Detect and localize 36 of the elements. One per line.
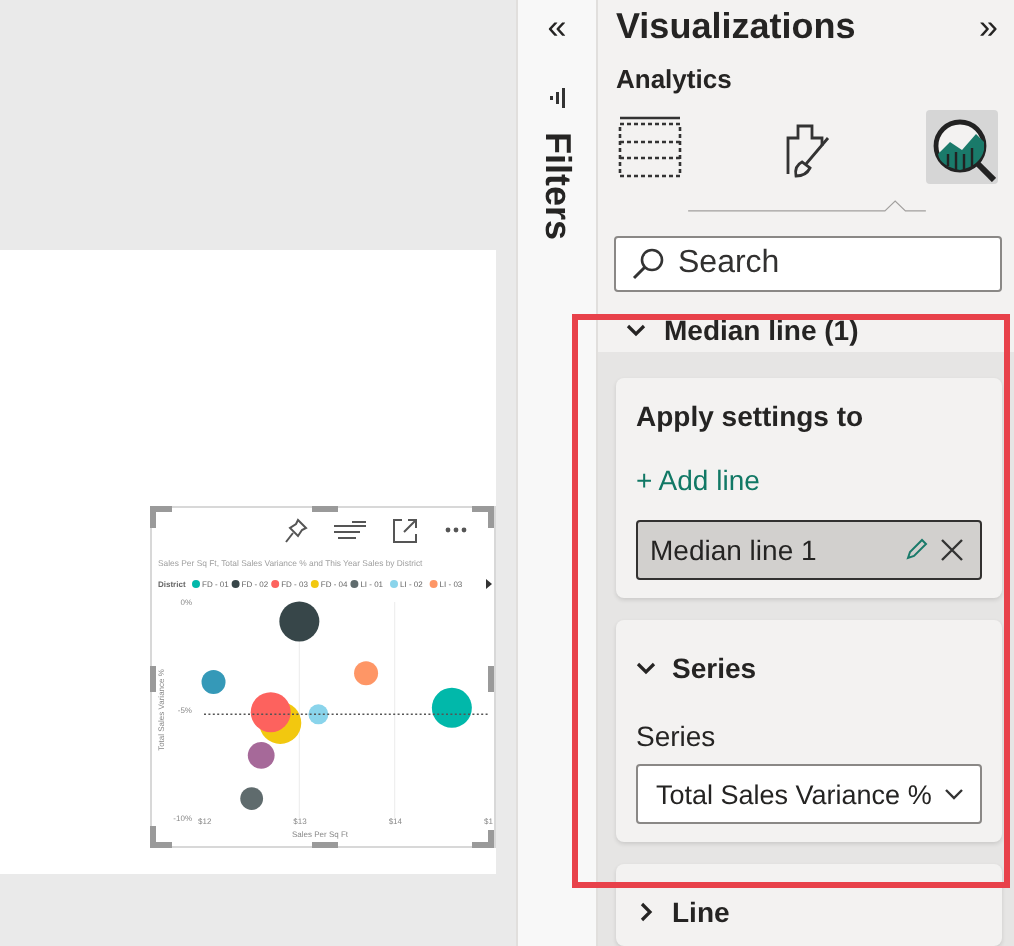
- pane-title: Visualizations: [616, 6, 856, 48]
- analytics-tab[interactable]: [926, 110, 998, 184]
- card-header[interactable]: Series: [636, 652, 757, 684]
- add-line-link[interactable]: + Add line: [636, 464, 760, 496]
- pin-icon[interactable]: [284, 517, 308, 543]
- collapse-button[interactable]: «: [547, 8, 567, 48]
- legend-scroll-icon: [486, 579, 492, 589]
- search-field[interactable]: Search: [614, 235, 1002, 292]
- resize-handle[interactable]: [312, 842, 338, 848]
- resize-handle[interactable]: [488, 830, 494, 848]
- more-options-icon[interactable]: [444, 526, 468, 534]
- resize-handle[interactable]: [488, 666, 494, 692]
- filter-icon[interactable]: [334, 519, 366, 541]
- card-header[interactable]: Line: [636, 896, 730, 928]
- pane-title[interactable]: Filters: [536, 132, 578, 241]
- search-icon: [632, 247, 664, 280]
- chart-visual[interactable]: [150, 506, 496, 848]
- field-label: Series: [636, 720, 718, 752]
- line-name: Median line 1: [650, 534, 819, 566]
- resize-handle[interactable]: [488, 506, 494, 528]
- line-item[interactable]: Median line 1: [636, 520, 982, 580]
- resize-handle[interactable]: [312, 506, 338, 512]
- section-title: Analytics: [616, 64, 734, 94]
- resize-handle[interactable]: [150, 506, 156, 528]
- table-icon: [616, 113, 684, 181]
- section-header[interactable]: Median line (1): [598, 309, 1014, 352]
- close-icon[interactable]: [940, 538, 964, 562]
- focus-mode-icon[interactable]: [392, 517, 418, 543]
- resize-handle[interactable]: [150, 826, 156, 848]
- card-title: Apply settings to: [636, 400, 866, 432]
- expand-button[interactable]: »: [979, 7, 998, 47]
- bars-icon: [549, 88, 565, 108]
- resize-handle[interactable]: [150, 666, 156, 692]
- pencil-icon[interactable]: [904, 538, 928, 562]
- chevron-icon: [944, 784, 964, 804]
- series-dropdown[interactable]: Total Sales Variance %: [636, 764, 982, 824]
